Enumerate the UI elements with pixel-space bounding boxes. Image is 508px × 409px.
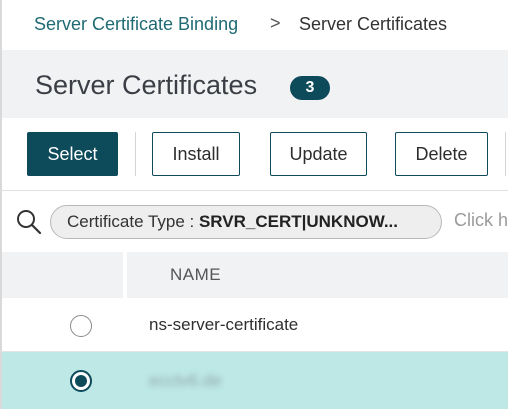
- certificate-name[interactable]: ns-server-certificate: [149, 315, 298, 335]
- page-title: Server Certificates: [35, 70, 258, 100]
- column-separator: [123, 252, 127, 298]
- page-header: Server Certificates 3: [0, 50, 508, 118]
- search-icon[interactable]: [15, 208, 43, 236]
- row-radio-button-selected[interactable]: [70, 370, 92, 392]
- breadcrumb-server-certificate-binding[interactable]: Server Certificate Binding: [34, 14, 238, 35]
- certificate-name[interactable]: ecctv6.de: [149, 371, 222, 391]
- breadcrumb: Server Certificate Binding > Server Cert…: [0, 0, 508, 50]
- toolbar-divider: [135, 132, 136, 176]
- count-badge: 3: [290, 76, 330, 100]
- table-header: NAME: [0, 252, 508, 298]
- delete-button[interactable]: Delete: [395, 132, 488, 176]
- row-radio-button[interactable]: [70, 315, 92, 337]
- select-button[interactable]: Select: [27, 132, 118, 176]
- breadcrumb-separator: >: [270, 13, 281, 33]
- toolbar: Select Install Update Delete: [0, 118, 508, 190]
- filter-chip-certificate-type[interactable]: Certificate Type : SRVR_CERT|UNKNOW...: [50, 205, 442, 239]
- toolbar-divider: [505, 132, 506, 176]
- breadcrumb-current: Server Certificates: [299, 14, 448, 34]
- select-column-header: [2, 252, 122, 298]
- search-bar: Certificate Type : SRVR_CERT|UNKNOW... C…: [0, 190, 508, 252]
- table-row[interactable]: ns-server-certificate: [0, 298, 508, 352]
- column-header-name[interactable]: NAME: [170, 265, 221, 285]
- search-input[interactable]: Click h: [454, 210, 508, 231]
- filter-chip-value: SRVR_CERT|UNKNOW...: [198, 212, 398, 231]
- update-button[interactable]: Update: [270, 132, 367, 176]
- table-row-selected[interactable]: ecctv6.de: [0, 352, 508, 409]
- install-button[interactable]: Install: [152, 132, 240, 176]
- filter-chip-key: Certificate Type :: [67, 212, 199, 231]
- radio-selected-dot: [75, 375, 87, 387]
